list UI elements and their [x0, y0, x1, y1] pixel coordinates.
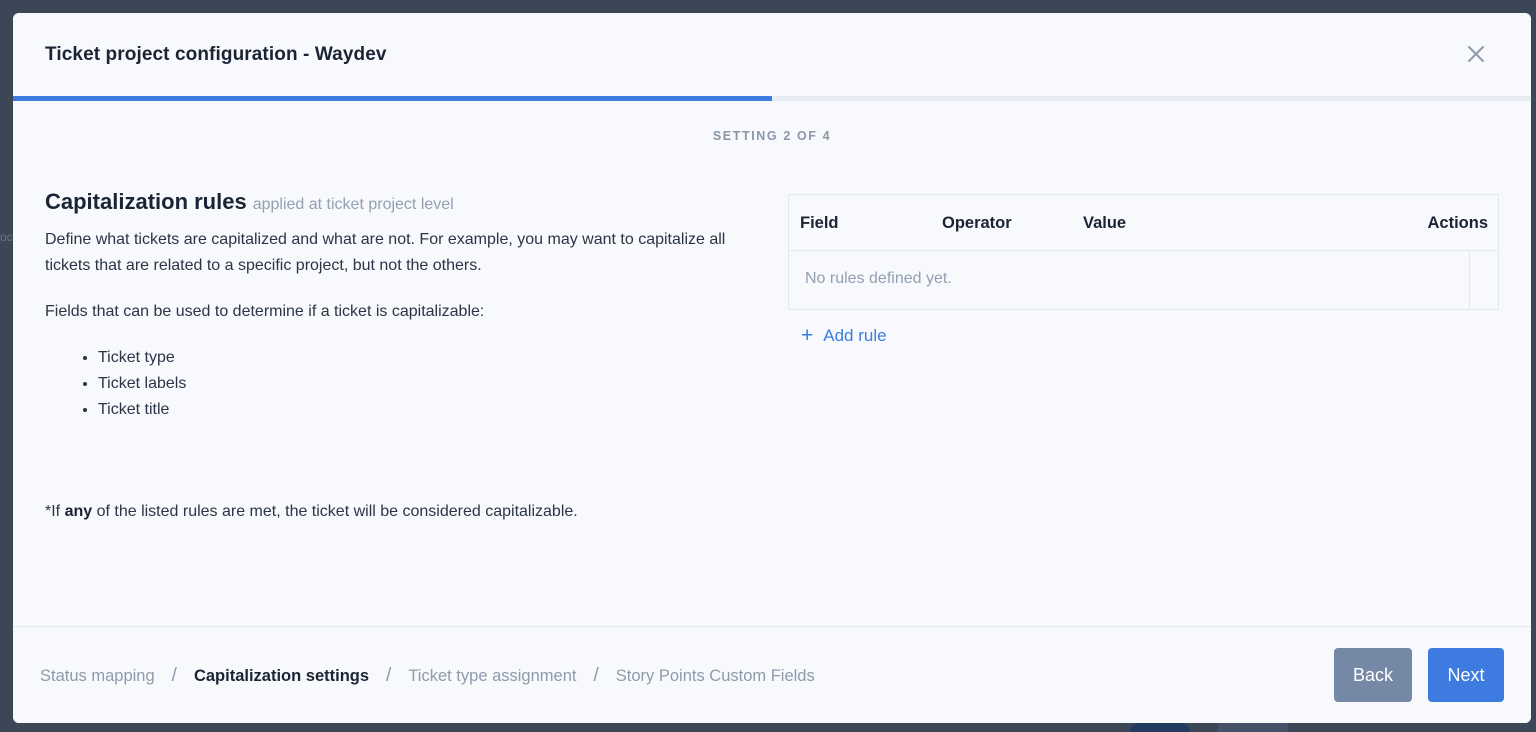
actions-cell-divider — [1469, 251, 1470, 309]
modal-footer: Status mapping / Capitalization settings… — [13, 626, 1531, 723]
section-description: Define what tickets are capitalized and … — [45, 231, 726, 274]
rules-table: Field Operator Value Actions No rules de… — [788, 194, 1499, 310]
modal-title: Ticket project configuration - Waydev — [45, 44, 387, 65]
list-item: Ticket type — [98, 345, 765, 371]
configuration-modal: Ticket project configuration - Waydev SE… — [13, 13, 1531, 723]
back-button[interactable]: Back — [1334, 648, 1412, 702]
breadcrumb-separator: / — [386, 665, 392, 686]
progress-bar-fill — [13, 96, 772, 101]
breadcrumb-ticket-type-assignment[interactable]: Ticket type assignment — [408, 667, 576, 686]
backdrop-partial-element — [1218, 723, 1288, 732]
rules-description: Capitalization rules applied at ticket p… — [45, 189, 765, 423]
next-button[interactable]: Next — [1428, 648, 1504, 702]
breadcrumb-status-mapping[interactable]: Status mapping — [40, 667, 155, 686]
plus-icon: + — [801, 324, 814, 347]
backdrop-partial-text: oc — [0, 230, 13, 244]
breadcrumb-capitalization-settings[interactable]: Capitalization settings — [194, 667, 369, 686]
section-subtitle: applied at ticket project level — [252, 196, 454, 213]
breadcrumb: Status mapping / Capitalization settings… — [40, 665, 815, 687]
close-icon — [1468, 46, 1484, 62]
list-item: Ticket labels — [98, 371, 765, 397]
table-header: Field Operator Value Actions — [789, 195, 1498, 251]
column-header-value: Value — [1083, 214, 1127, 232]
step-indicator: SETTING 2 OF 4 — [712, 129, 832, 143]
footnote-emphasis: any — [64, 503, 93, 520]
breadcrumb-separator: / — [171, 665, 177, 686]
column-header-operator: Operator — [942, 214, 1012, 232]
footnote-suffix: of the listed rules are met, the ticket … — [92, 503, 578, 520]
footnote-prefix: *If — [45, 503, 65, 520]
breadcrumb-story-points-custom-fields[interactable]: Story Points Custom Fields — [616, 667, 815, 686]
close-button[interactable] — [1465, 43, 1487, 65]
empty-state-text: No rules defined yet. — [805, 270, 952, 287]
progress-bar — [13, 96, 1531, 101]
fields-list: Ticket type Ticket labels Ticket title — [45, 345, 765, 423]
modal-header: Ticket project configuration - Waydev — [13, 13, 1531, 97]
breadcrumb-separator: / — [593, 665, 599, 686]
column-header-actions: Actions — [1427, 214, 1488, 232]
footnote: *If any of the listed rules are met, the… — [45, 503, 578, 521]
section-heading: Capitalization rules applied at ticket p… — [45, 189, 765, 215]
list-item: Ticket title — [98, 397, 765, 423]
backdrop-partial-element — [1130, 723, 1190, 732]
section-title: Capitalization rules — [45, 189, 247, 214]
add-rule-label: Add rule — [823, 326, 887, 345]
table-row: No rules defined yet. — [789, 251, 1498, 309]
add-rule-button[interactable]: + Add rule — [801, 324, 887, 347]
fields-intro: Fields that can be used to determine if … — [45, 303, 485, 320]
column-header-field: Field — [800, 214, 839, 232]
